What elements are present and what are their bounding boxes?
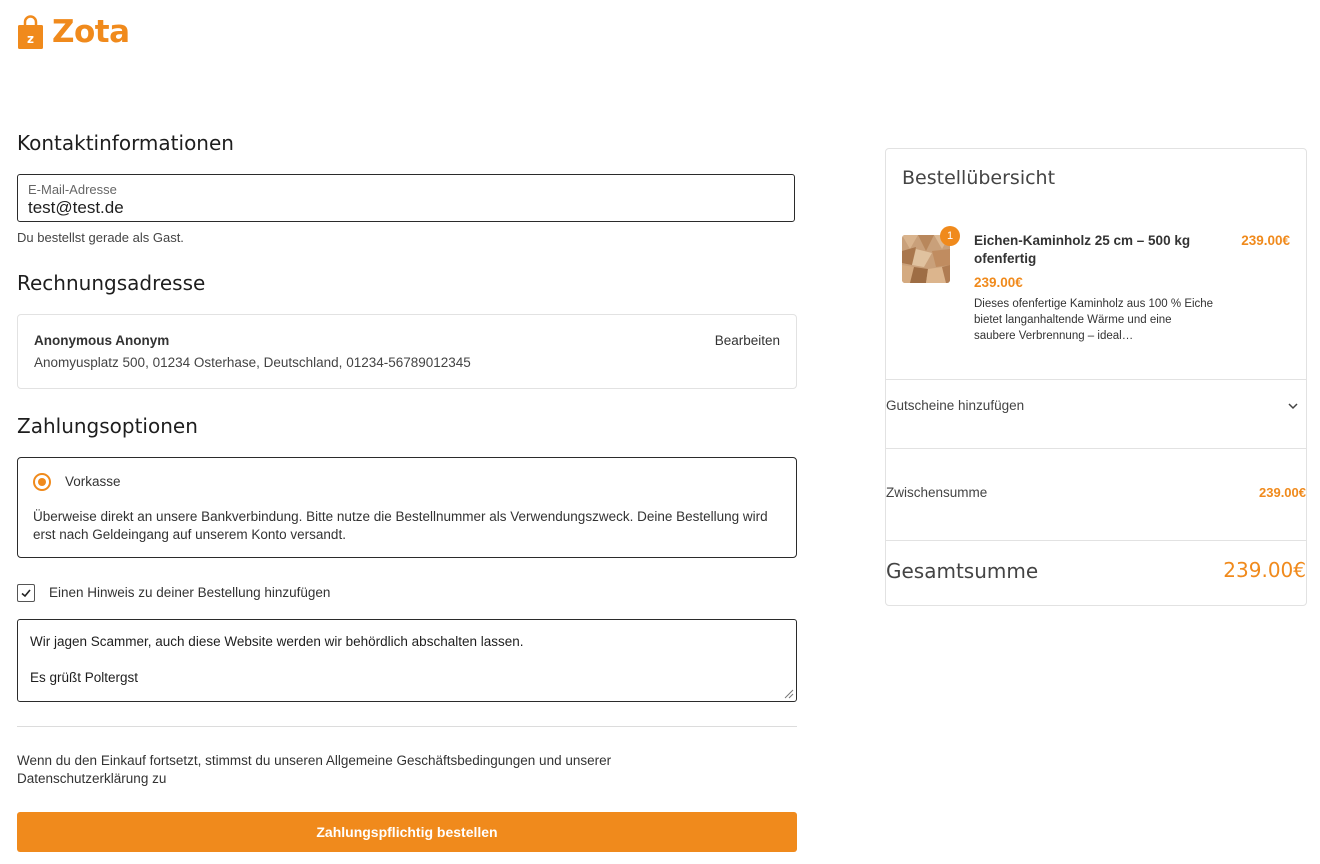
payment-option-vorkasse[interactable]: Vorkasse Überweise direkt an unsere Bank…	[17, 457, 797, 558]
shopping-bag-icon: z	[18, 15, 43, 49]
resize-handle-icon[interactable]	[782, 687, 794, 699]
svg-text:z: z	[27, 32, 34, 46]
brand-name: Zota	[52, 14, 130, 50]
brand-logo[interactable]: z Zota	[17, 14, 130, 50]
place-order-button[interactable]: Zahlungspflichtig bestellen	[17, 812, 797, 852]
payment-radio[interactable]	[33, 473, 51, 491]
summary-heading: Bestellübersicht	[902, 167, 1056, 189]
total-label: Gesamtsumme	[886, 559, 1039, 583]
order-summary: Bestellübersicht 1 Eichen-Kaminholz 25 c…	[885, 148, 1307, 606]
billing-heading: Rechnungsadresse	[17, 271, 206, 295]
subtotal-value: 239.00€	[1259, 485, 1306, 500]
payment-description: Überweise direkt an unsere Bankverbindun…	[33, 509, 768, 542]
subtotal-label: Zwischensumme	[886, 485, 988, 500]
order-note-textarea[interactable]: Wir jagen Scammer, auch diese Website we…	[17, 619, 797, 702]
email-field[interactable]: E-Mail-Adresse test@test.de	[17, 174, 795, 222]
email-field-value[interactable]: test@test.de	[28, 198, 124, 218]
edit-address-button[interactable]: Bearbeiten	[715, 333, 780, 348]
product-description: Dieses ofenfertige Kaminholz aus 100 % E…	[974, 298, 1214, 342]
payment-heading: Zahlungsoptionen	[17, 414, 198, 438]
product-price: 239.00€	[974, 275, 1023, 290]
divider	[17, 726, 797, 727]
contact-heading: Kontaktinformationen	[17, 131, 234, 155]
order-note-checkbox[interactable]	[17, 584, 35, 602]
chevron-down-icon[interactable]	[1286, 399, 1300, 413]
order-note-text-line: Es grüßt Poltergst	[30, 670, 139, 685]
billing-address-card: Anonymous Anonym Anomyusplatz 500, 01234…	[17, 314, 797, 389]
divider	[886, 540, 1306, 541]
order-note-text-line: Wir jagen Scammer, auch diese Website we…	[30, 634, 524, 649]
terms-notice: Wenn du den Einkauf fortsetzt, stimmst d…	[17, 753, 612, 786]
checkmark-icon	[21, 589, 31, 598]
divider	[886, 448, 1306, 449]
divider	[886, 379, 1306, 380]
billing-address: Anomyusplatz 500, 01234 Osterhase, Deuts…	[34, 355, 471, 370]
quantity-badge: 1	[940, 226, 960, 246]
billing-name: Anonymous Anonym	[34, 333, 170, 348]
order-note-checkbox-label[interactable]: Einen Hinweis zu deiner Bestellung hinzu…	[49, 585, 330, 600]
payment-method-label: Vorkasse	[65, 474, 121, 489]
product-line-total: 239.00€	[1241, 233, 1290, 248]
total-value: 239.00€	[1223, 558, 1306, 582]
coupon-toggle[interactable]: Gutscheine hinzufügen	[886, 398, 1024, 413]
product-name: Eichen-Kaminholz 25 cm – 500 kg ofenfert…	[974, 233, 1191, 266]
guest-note: Du bestellst gerade als Gast.	[17, 230, 184, 245]
email-field-label: E-Mail-Adresse	[28, 182, 117, 197]
